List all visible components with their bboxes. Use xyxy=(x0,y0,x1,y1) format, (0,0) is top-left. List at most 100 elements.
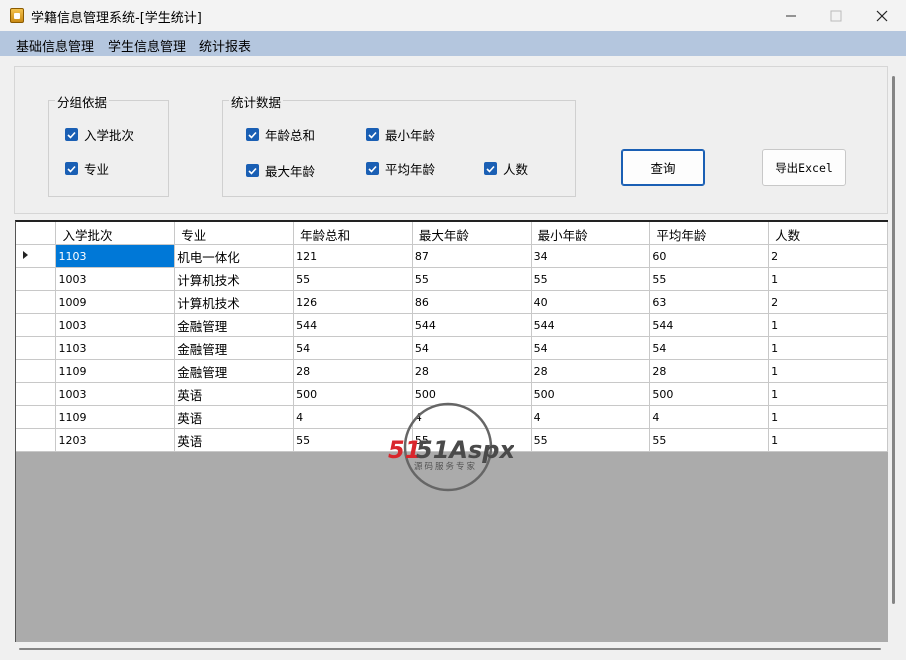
scrollbar-thumb[interactable] xyxy=(19,648,881,650)
table-cell[interactable]: 1103 xyxy=(55,336,176,360)
column-header[interactable]: 平均年龄 xyxy=(649,222,770,245)
menu-student-info[interactable]: 学生信息管理 xyxy=(108,36,186,55)
table-cell[interactable]: 55 xyxy=(649,428,770,452)
table-cell[interactable]: 54 xyxy=(293,336,413,360)
row-header[interactable] xyxy=(16,359,57,383)
table-cell[interactable]: 500 xyxy=(649,382,770,406)
table-cell[interactable]: 34 xyxy=(531,244,651,268)
table-cell[interactable]: 1 xyxy=(768,267,888,291)
table-cell[interactable]: 1 xyxy=(768,336,888,360)
table-row[interactable]: 1003 计算机技术 55 55 55 55 1 xyxy=(16,267,888,291)
column-header[interactable]: 最大年龄 xyxy=(412,222,532,245)
table-cell[interactable]: 544 xyxy=(649,313,770,337)
table-cell[interactable]: 55 xyxy=(531,428,651,452)
table-cell[interactable]: 126 xyxy=(293,290,413,314)
table-cell[interactable]: 1109 xyxy=(55,405,176,429)
table-cell[interactable]: 金融管理 xyxy=(174,313,295,337)
table-cell[interactable]: 英语 xyxy=(174,405,295,429)
table-cell[interactable]: 28 xyxy=(649,359,770,383)
table-cell[interactable]: 500 xyxy=(531,382,651,406)
maximize-button[interactable] xyxy=(813,0,859,31)
table-cell[interactable]: 28 xyxy=(412,359,532,383)
table-cell[interactable]: 1 xyxy=(768,359,888,383)
table-cell[interactable]: 机电一体化 xyxy=(174,244,295,268)
vertical-scrollbar[interactable] xyxy=(889,72,901,640)
table-cell[interactable]: 2 xyxy=(768,244,888,268)
query-button[interactable]: 查询 xyxy=(621,149,705,186)
column-header[interactable]: 专业 xyxy=(174,222,295,245)
row-header[interactable] xyxy=(16,428,57,452)
table-cell[interactable]: 英语 xyxy=(174,428,295,452)
row-header[interactable] xyxy=(16,267,57,291)
table-row[interactable]: 1003 金融管理 544 544 544 544 1 xyxy=(16,313,888,337)
table-cell[interactable]: 544 xyxy=(412,313,532,337)
table-cell[interactable]: 54 xyxy=(649,336,770,360)
horizontal-scrollbar[interactable] xyxy=(15,644,887,656)
table-cell[interactable]: 60 xyxy=(649,244,770,268)
table-row[interactable]: 1103 金融管理 54 54 54 54 1 xyxy=(16,336,888,360)
scrollbar-thumb[interactable] xyxy=(892,76,895,604)
table-cell[interactable]: 1003 xyxy=(55,267,176,291)
checkbox-label: 最大年龄 xyxy=(265,164,316,179)
menu-basic-info[interactable]: 基础信息管理 xyxy=(16,36,94,55)
table-cell[interactable]: 55 xyxy=(531,267,651,291)
table-cell[interactable]: 1 xyxy=(768,313,888,337)
row-header[interactable] xyxy=(16,382,57,406)
checkbox-avg-age[interactable]: 平均年龄 xyxy=(366,159,435,178)
table-cell[interactable]: 28 xyxy=(531,359,651,383)
table-cell[interactable]: 55 xyxy=(293,267,413,291)
checkbox-enroll-batch[interactable]: 入学批次 xyxy=(65,125,134,144)
table-cell[interactable]: 87 xyxy=(412,244,532,268)
table-cell[interactable]: 2 xyxy=(768,290,888,314)
table-cell[interactable]: 4 xyxy=(649,405,770,429)
export-excel-button[interactable]: 导出Excel xyxy=(762,149,846,186)
table-cell[interactable]: 55 xyxy=(412,267,532,291)
table-cell[interactable]: 1 xyxy=(768,428,888,452)
table-cell[interactable]: 计算机技术 xyxy=(174,290,295,314)
checkbox-min-age[interactable]: 最小年龄 xyxy=(366,125,435,144)
table-cell[interactable]: 金融管理 xyxy=(174,359,295,383)
table-cell[interactable]: 4 xyxy=(531,405,651,429)
row-header[interactable] xyxy=(16,244,57,268)
table-cell[interactable]: 1103 xyxy=(55,244,176,268)
table-cell[interactable]: 63 xyxy=(649,290,770,314)
column-header[interactable]: 入学批次 xyxy=(55,222,176,245)
checkbox-age-sum[interactable]: 年龄总和 xyxy=(246,125,315,144)
table-cell[interactable]: 28 xyxy=(293,359,413,383)
table-cell[interactable]: 1203 xyxy=(55,428,176,452)
table-cell[interactable]: 544 xyxy=(293,313,413,337)
column-header[interactable]: 人数 xyxy=(768,222,888,245)
table-cell[interactable]: 54 xyxy=(412,336,532,360)
table-cell[interactable]: 1009 xyxy=(55,290,176,314)
row-header[interactable] xyxy=(16,313,57,337)
table-cell[interactable]: 1003 xyxy=(55,313,176,337)
table-cell[interactable]: 计算机技术 xyxy=(174,267,295,291)
table-cell[interactable]: 86 xyxy=(412,290,532,314)
row-header[interactable] xyxy=(16,405,57,429)
minimize-button[interactable] xyxy=(768,0,814,31)
row-header[interactable] xyxy=(16,336,57,360)
table-row[interactable]: 1109 金融管理 28 28 28 28 1 xyxy=(16,359,888,383)
table-cell[interactable]: 金融管理 xyxy=(174,336,295,360)
table-cell[interactable]: 1 xyxy=(768,382,888,406)
current-row-icon xyxy=(23,250,28,259)
checkbox-major[interactable]: 专业 xyxy=(65,159,109,178)
table-cell[interactable]: 1003 xyxy=(55,382,176,406)
close-button[interactable] xyxy=(859,0,905,31)
table-cell[interactable]: 40 xyxy=(531,290,651,314)
table-cell[interactable]: 55 xyxy=(649,267,770,291)
column-header[interactable]: 最小年龄 xyxy=(531,222,651,245)
row-header[interactable] xyxy=(16,290,57,314)
table-row[interactable]: 1009 计算机技术 126 86 40 63 2 xyxy=(16,290,888,314)
table-cell[interactable]: 英语 xyxy=(174,382,295,406)
checkbox-count[interactable]: 人数 xyxy=(484,159,528,178)
table-row[interactable]: 1103 机电一体化 121 87 34 60 2 xyxy=(16,244,888,268)
column-header[interactable]: 年龄总和 xyxy=(293,222,413,245)
table-cell[interactable]: 1 xyxy=(768,405,888,429)
checkbox-max-age[interactable]: 最大年龄 xyxy=(246,161,315,180)
menu-reports[interactable]: 统计报表 xyxy=(199,36,251,55)
table-cell[interactable]: 121 xyxy=(293,244,413,268)
table-cell[interactable]: 54 xyxy=(531,336,651,360)
table-cell[interactable]: 1109 xyxy=(55,359,176,383)
table-cell[interactable]: 544 xyxy=(531,313,651,337)
